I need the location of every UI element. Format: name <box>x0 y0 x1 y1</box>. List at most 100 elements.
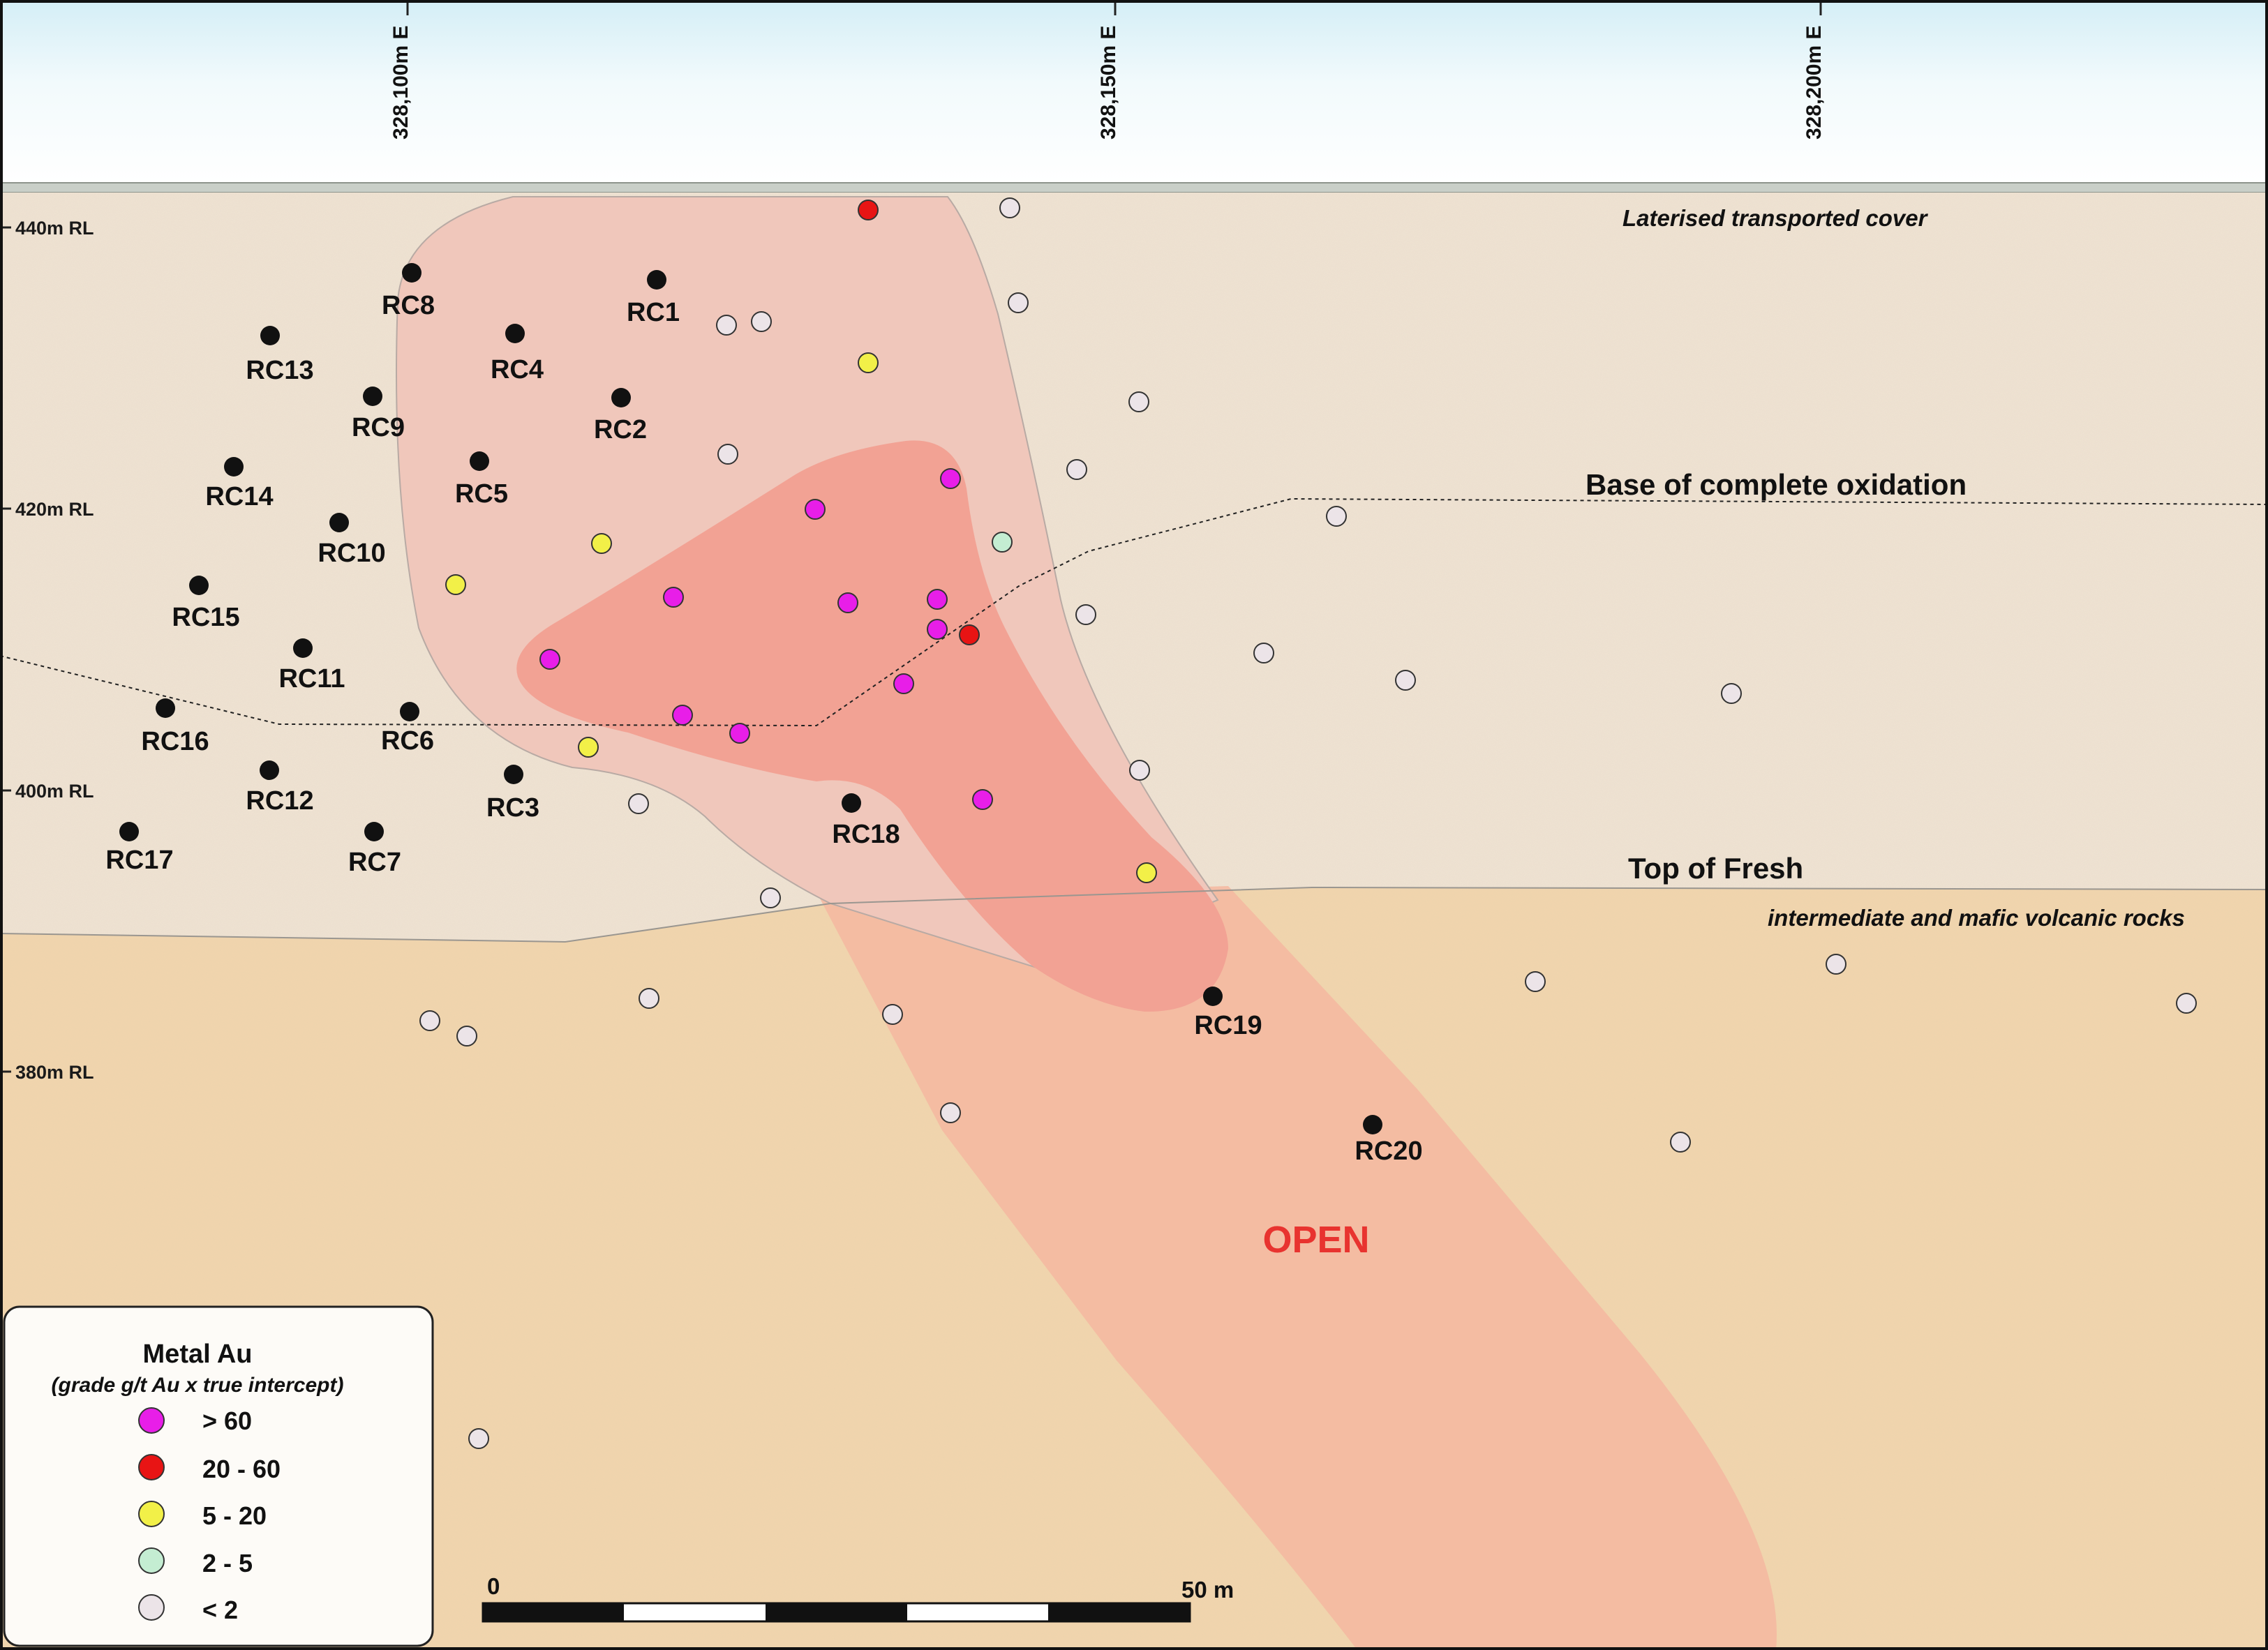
rl-label: 400m RL <box>15 781 94 802</box>
legend-title: Metal Au <box>143 1340 253 1369</box>
assay-point-lt2 <box>639 988 659 1009</box>
assay-point-lt2 <box>760 887 781 908</box>
legend-swatch-5-20 <box>138 1501 165 1527</box>
drill-hole-marker <box>470 451 489 471</box>
drill-hole-label: RC18 <box>832 820 900 849</box>
drill-hole-label: RC15 <box>172 603 239 632</box>
assay-point-2-5 <box>992 532 1013 553</box>
assay-point-lt2 <box>1721 683 1742 704</box>
drill-hole-label: RC20 <box>1355 1137 1422 1166</box>
drill-hole-label: RC2 <box>594 415 647 444</box>
assay-point-5-20 <box>1136 862 1157 883</box>
drill-hole-marker <box>505 324 525 343</box>
assay-point-lt2 <box>2176 993 2197 1014</box>
drill-hole-marker <box>224 457 244 477</box>
assay-point-20-60 <box>959 624 980 645</box>
drill-hole-marker <box>402 263 421 283</box>
fresh-unit-label: intermediate and mafic volcanic rocks <box>1768 905 2185 931</box>
assay-point-lt2 <box>999 197 1020 218</box>
assay-point-lt2 <box>468 1428 489 1449</box>
assay-point-5-20 <box>445 574 466 595</box>
assay-point-gt60 <box>539 649 560 670</box>
drill-hole-marker <box>119 822 139 841</box>
drill-hole-marker <box>1203 987 1223 1006</box>
drill-hole-marker <box>260 326 280 345</box>
drill-hole-label: RC10 <box>318 539 385 568</box>
scale-bar-end-label: 50 m <box>1181 1577 1234 1603</box>
drill-hole-label: RC17 <box>105 846 173 875</box>
assay-point-gt60 <box>663 587 684 608</box>
drill-hole-label: RC13 <box>246 356 313 385</box>
assay-point-lt2 <box>882 1004 903 1025</box>
assay-point-gt60 <box>893 673 914 694</box>
legend: Metal Au (grade g/t Au x true intercept)… <box>3 1305 434 1647</box>
legend-subtitle: (grade g/t Au x true intercept) <box>52 1374 344 1397</box>
assay-point-lt2 <box>716 315 737 336</box>
map-canvas: 328,100m E 328,150m E 328,200m E 440m RL… <box>0 0 2268 1650</box>
assay-point-lt2 <box>1128 391 1149 412</box>
drill-hole-marker <box>329 513 349 532</box>
assay-point-lt2 <box>456 1026 477 1047</box>
drill-hole-label: RC12 <box>246 786 313 816</box>
legend-label: > 60 <box>202 1407 252 1435</box>
legend-label: 5 - 20 <box>202 1501 267 1530</box>
assay-point-lt2 <box>717 444 738 465</box>
drill-hole-label: RC5 <box>455 479 508 509</box>
top-fresh-label: Top of Fresh <box>1628 852 1803 885</box>
legend-label: 20 - 60 <box>202 1455 281 1483</box>
rl-label: 380m RL <box>15 1062 94 1083</box>
drill-hole-label: RC19 <box>1194 1011 1262 1040</box>
assay-point-lt2 <box>940 1102 961 1123</box>
assay-point-gt60 <box>729 723 750 744</box>
header-band <box>0 0 2268 185</box>
assay-point-lt2 <box>1326 506 1347 527</box>
legend-label: < 2 <box>202 1596 238 1624</box>
legend-swatch-gt60 <box>138 1407 165 1434</box>
assay-point-gt60 <box>672 705 693 726</box>
assay-point-lt2 <box>628 793 649 814</box>
assay-point-gt60 <box>927 619 948 640</box>
cross-section-map: 328,100m E 328,150m E 328,200m E 440m RL… <box>0 0 2268 1650</box>
drill-hole-label: RC1 <box>627 298 680 327</box>
rl-label: 440m RL <box>15 218 94 239</box>
assay-point-lt2 <box>1826 954 1847 975</box>
assay-point-lt2 <box>1395 670 1416 691</box>
assay-point-lt2 <box>1525 971 1546 992</box>
assay-point-5-20 <box>858 352 879 373</box>
rl-label: 420m RL <box>15 499 94 520</box>
surface-line <box>0 182 2268 193</box>
assay-point-lt2 <box>1129 760 1150 781</box>
assay-point-lt2 <box>1008 292 1029 313</box>
easting-label: 328,200m E <box>1803 26 1826 140</box>
drill-hole-marker <box>189 576 209 595</box>
assay-point-lt2 <box>419 1010 440 1031</box>
assay-point-gt60 <box>805 499 826 520</box>
drill-hole-marker <box>504 765 523 784</box>
drill-hole-marker <box>842 793 861 813</box>
drill-hole-label: RC14 <box>205 482 273 511</box>
drill-hole-marker <box>611 388 631 407</box>
easting-label: 328,150m E <box>1097 26 1120 140</box>
drill-hole-marker <box>260 760 279 780</box>
drill-hole-label: RC11 <box>278 664 345 693</box>
drill-hole-label: RC16 <box>141 727 209 756</box>
drill-hole-marker <box>364 822 384 841</box>
drill-hole-marker <box>293 638 313 658</box>
drill-hole-label: RC3 <box>486 793 539 823</box>
legend-swatch-2-5 <box>138 1547 165 1574</box>
assay-point-gt60 <box>927 589 948 610</box>
assay-point-gt60 <box>972 789 993 810</box>
drill-hole-label: RC8 <box>382 291 435 320</box>
assay-point-lt2 <box>1670 1132 1691 1153</box>
assay-point-lt2 <box>1066 459 1087 480</box>
assay-point-gt60 <box>940 468 961 489</box>
assay-point-20-60 <box>858 200 879 220</box>
drill-hole-label: RC9 <box>352 413 405 442</box>
assay-point-lt2 <box>1075 604 1096 625</box>
drill-hole-marker <box>400 702 419 721</box>
drill-hole-label: RC7 <box>348 848 401 877</box>
drill-hole-label: RC6 <box>381 726 434 756</box>
drill-hole-marker <box>156 698 175 718</box>
assay-point-gt60 <box>837 592 858 613</box>
drill-hole-marker <box>647 270 666 290</box>
